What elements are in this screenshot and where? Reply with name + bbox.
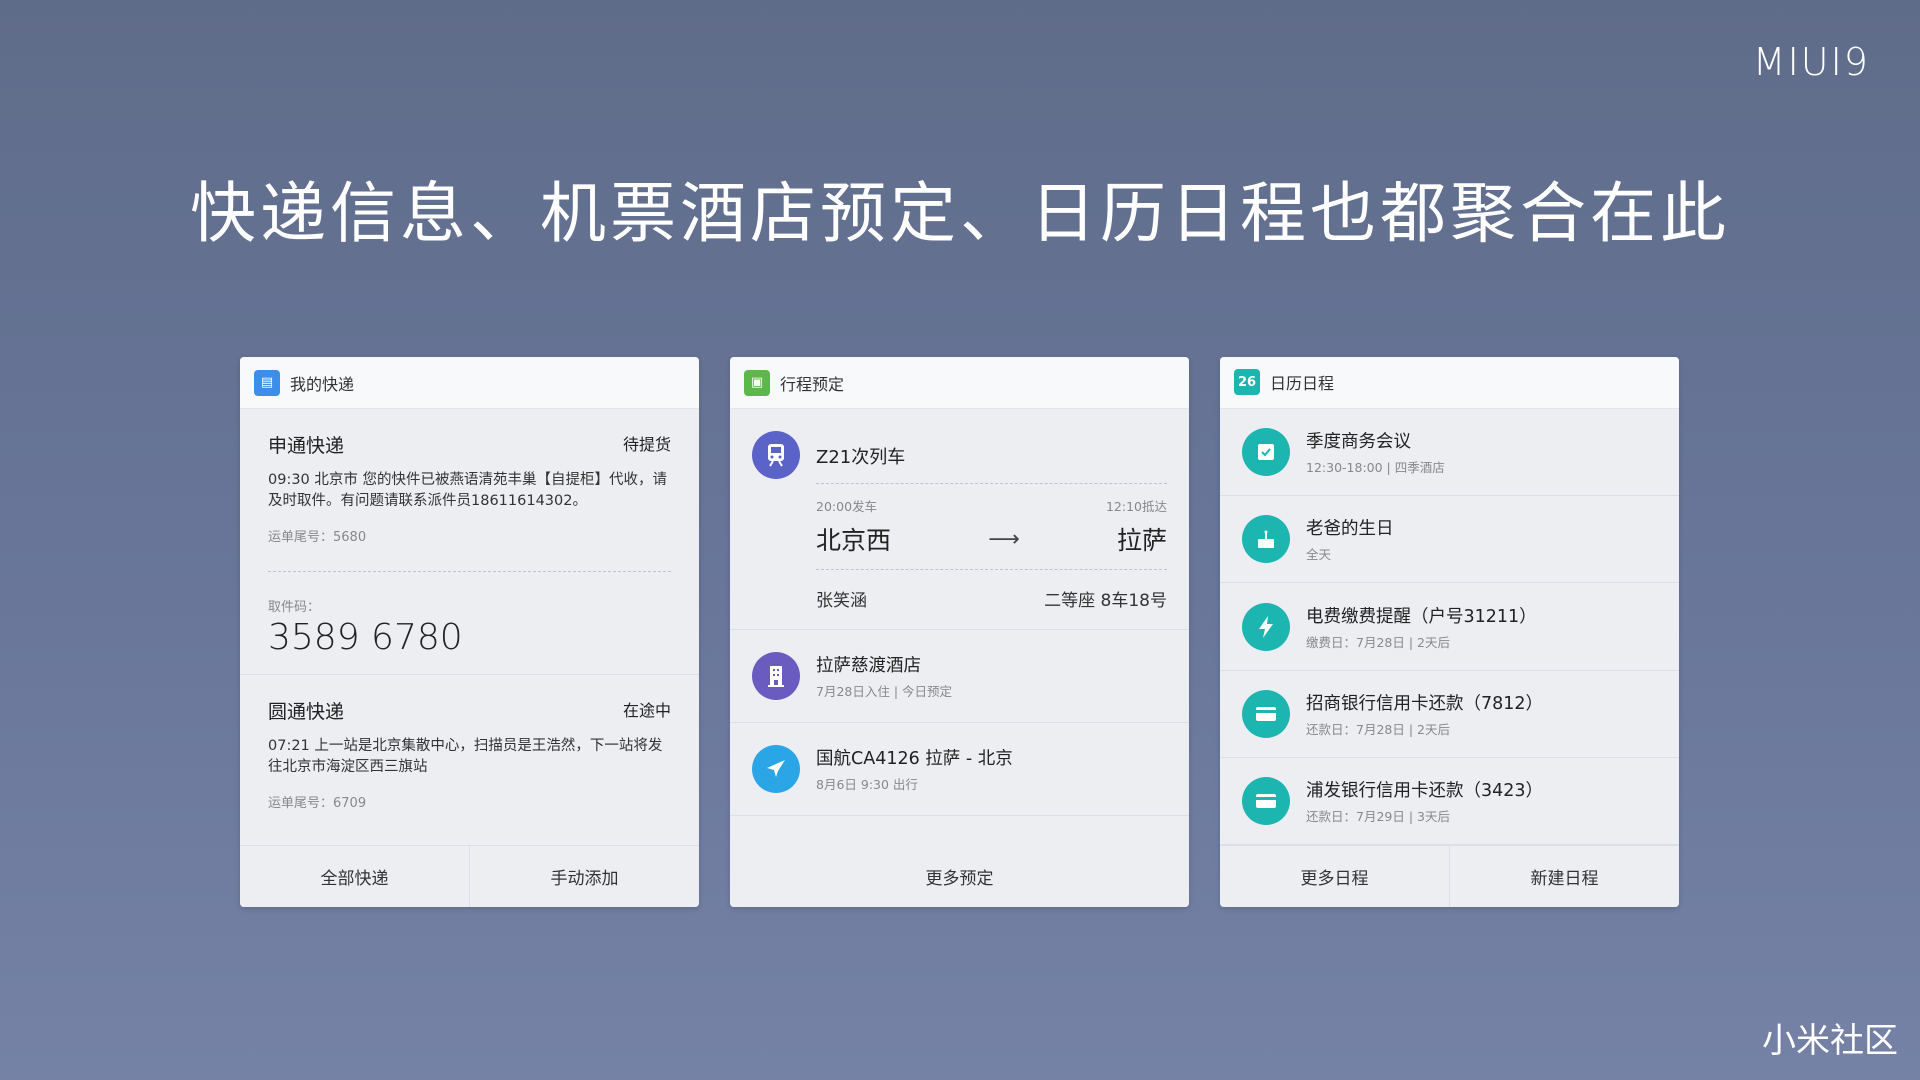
calendar-event[interactable]: 招商银行信用卡还款（7812） 还款日：7月28日 | 2天后 bbox=[1220, 671, 1679, 758]
package-tracking-tail: 运单尾号：6709 bbox=[268, 796, 367, 811]
dashed-divider bbox=[816, 483, 1167, 484]
train-icon bbox=[752, 431, 800, 479]
calendar-event[interactable]: 老爸的生日 全天 bbox=[1220, 496, 1679, 584]
card-icon bbox=[1242, 777, 1290, 826]
brand-logo: MIUI9 bbox=[1752, 40, 1870, 84]
train-item[interactable]: Z21次列车 20:00发车 12:10抵达 北京西 ⟶ 拉萨 张笑涵 二等座 … bbox=[730, 409, 1189, 630]
dashed-divider bbox=[268, 571, 671, 572]
watermark: 小米社区 bbox=[1762, 1021, 1898, 1061]
new-event-button[interactable]: 新建日程 bbox=[1449, 846, 1679, 907]
hotel-item[interactable]: 拉萨慈渡酒店 7月28日入住 | 今日预定 bbox=[730, 630, 1189, 723]
package-message: 09:30 北京市 您的快件已被燕语清苑丰巢【自提柜】代收，请及时取件。有问题请… bbox=[268, 472, 668, 509]
hotel-title: 拉萨慈渡酒店 bbox=[816, 656, 921, 676]
package-status: 在途中 bbox=[622, 701, 671, 720]
cake-icon bbox=[1242, 515, 1290, 564]
package-company: 申通快递 bbox=[268, 435, 345, 457]
package-company: 圆通快递 bbox=[268, 701, 345, 723]
package-item[interactable]: 申通快递 待提货 09:30 北京市 您的快件已被燕语清苑丰巢【自提柜】代收，请… bbox=[240, 409, 699, 674]
from-station: 北京西 bbox=[816, 526, 892, 555]
arrive-time: 12:10抵达 bbox=[1105, 499, 1167, 514]
calendar-event[interactable]: 浦发银行信用卡还款（3423） 还款日：7月29日 | 3天后 bbox=[1220, 758, 1679, 846]
express-card-footer: 全部快递 手动添加 bbox=[240, 845, 699, 907]
event-title: 电费缴费提醒（户号31211） bbox=[1306, 606, 1537, 627]
check-icon bbox=[1242, 427, 1290, 476]
package-item[interactable]: 圆通快递 在途中 07:21 上一站是北京集散中心，扫描员是王浩然，下一站将发往… bbox=[240, 675, 699, 829]
calendar-card-header[interactable]: 26 日历日程 bbox=[1220, 357, 1679, 409]
flight-title: 国航CA4126 拉萨 - 北京 bbox=[816, 749, 1013, 769]
calendar-event[interactable]: 季度商务会议 12:30-18:00 | 四季酒店 bbox=[1220, 409, 1679, 497]
event-sub: 缴费日：7月28日 | 2天后 bbox=[1306, 634, 1450, 650]
flight-item[interactable]: 国航CA4126 拉萨 - 北京 8月6日 9:30 出行 bbox=[730, 723, 1189, 816]
event-sub: 还款日：7月28日 | 2天后 bbox=[1306, 721, 1450, 737]
seat-info: 二等座 8车18号 bbox=[1044, 591, 1167, 611]
trip-card: ▣ 行程预定 Z21次列车 20:00发车 12:10抵达 北京西 ⟶ 拉萨 张… bbox=[730, 357, 1189, 907]
card-icon bbox=[1242, 689, 1290, 738]
hotel-sub: 7月28日入住 | 今日预定 bbox=[816, 684, 953, 699]
package-tracking-tail: 运单尾号：5680 bbox=[268, 530, 367, 545]
lightning-icon bbox=[1242, 602, 1290, 651]
event-title: 浦发银行信用卡还款（3423） bbox=[1306, 781, 1544, 802]
trip-card-header[interactable]: ▣ 行程预定 bbox=[730, 357, 1189, 409]
express-card: ▤ 我的快递 申通快递 待提货 09:30 北京市 您的快件已被燕语清苑丰巢【自… bbox=[240, 357, 699, 907]
flight-sub: 8月6日 9:30 出行 bbox=[816, 777, 918, 792]
calendar-card-title: 日历日程 bbox=[1270, 374, 1335, 394]
calendar-card: 26 日历日程 季度商务会议 12:30-18:00 | 四季酒店 老爸的生日 … bbox=[1220, 357, 1679, 907]
arrow-right-icon: ⟶ bbox=[988, 526, 1020, 552]
hotel-icon bbox=[752, 652, 800, 700]
passenger-name: 张笑涵 bbox=[816, 591, 867, 611]
to-station: 拉萨 bbox=[1116, 526, 1167, 555]
manual-add-button[interactable]: 手动添加 bbox=[469, 846, 699, 907]
event-title: 招商银行信用卡还款（7812） bbox=[1306, 693, 1544, 714]
package-status: 待提货 bbox=[622, 435, 671, 454]
depart-time: 20:00发车 bbox=[816, 499, 878, 514]
pickup-code-label: 取件码： bbox=[268, 600, 321, 615]
pickup-code: 3589 6780 bbox=[268, 617, 463, 658]
calendar-icon: 26 bbox=[1234, 369, 1260, 396]
express-card-title: 我的快递 bbox=[290, 374, 355, 394]
event-sub: 12:30-18:00 | 四季酒店 bbox=[1306, 459, 1445, 475]
calendar-card-footer: 更多日程 新建日程 bbox=[1220, 845, 1679, 907]
more-bookings-button[interactable]: 更多预定 bbox=[730, 845, 1189, 907]
page-headline: 快递信息、机票酒店预定、日历日程也都聚合在此 bbox=[190, 175, 1730, 252]
trip-card-title: 行程预定 bbox=[780, 374, 845, 394]
all-express-button[interactable]: 全部快递 bbox=[240, 846, 469, 907]
more-events-button[interactable]: 更多日程 bbox=[1220, 846, 1449, 907]
event-sub: 全天 bbox=[1306, 547, 1332, 563]
train-name: Z21次列车 bbox=[816, 447, 906, 468]
ticket-icon: ▣ bbox=[744, 369, 770, 396]
calendar-event[interactable]: 电费缴费提醒（户号31211） 缴费日：7月28日 | 2天后 bbox=[1220, 583, 1679, 671]
dashed-divider bbox=[816, 569, 1167, 570]
event-sub: 还款日：7月29日 | 3天后 bbox=[1306, 809, 1450, 825]
trip-card-footer: 更多预定 bbox=[730, 845, 1189, 907]
package-icon: ▤ bbox=[254, 369, 280, 396]
event-title: 季度商务会议 bbox=[1306, 431, 1411, 452]
express-card-header[interactable]: ▤ 我的快递 bbox=[240, 357, 699, 409]
plane-icon bbox=[752, 745, 800, 793]
event-title: 老爸的生日 bbox=[1306, 519, 1394, 540]
package-message: 07:21 上一站是北京集散中心，扫描员是王浩然，下一站将发往北京市海淀区西三旗… bbox=[268, 738, 663, 775]
